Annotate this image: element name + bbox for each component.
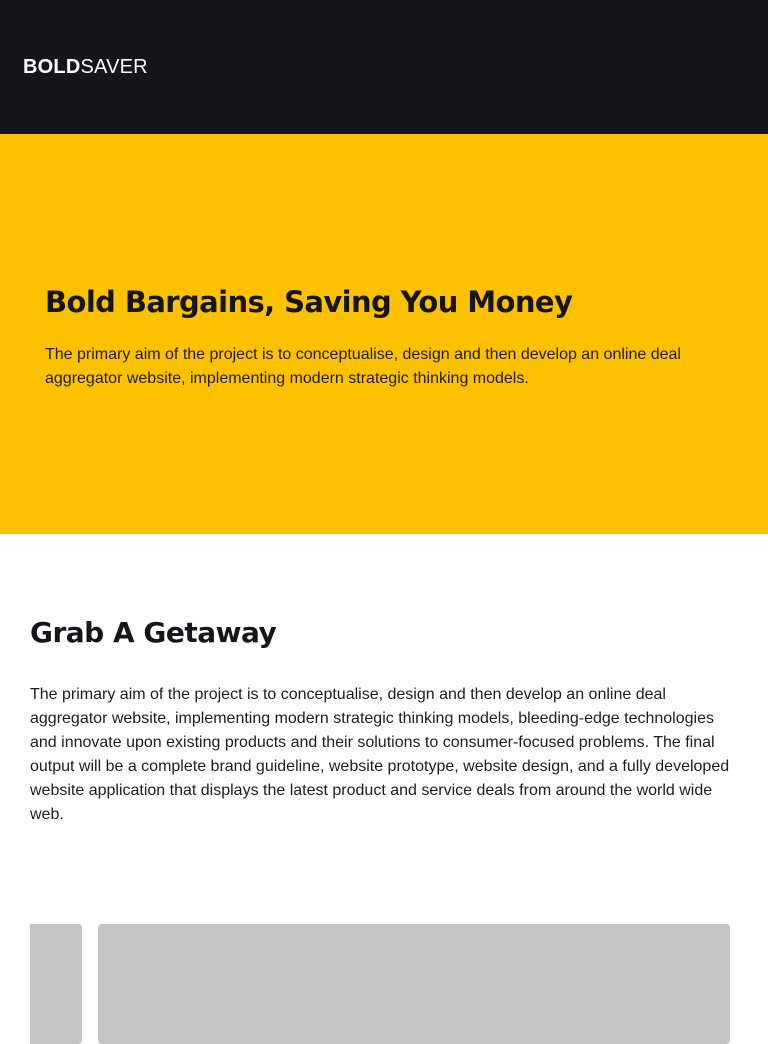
getaway-description: The primary aim of the project is to con…	[30, 686, 730, 823]
hero-title: Bold Bargains, Saving You Money	[45, 285, 573, 319]
deal-card-placeholder[interactable]	[30, 924, 82, 1044]
getaway-title: Grab A Getaway	[30, 616, 277, 649]
logo-light-text: SAVER	[80, 56, 148, 78]
logo-bold-text: BOLD	[23, 56, 81, 78]
deal-card-placeholder[interactable]	[98, 924, 730, 1044]
hero-description: The primary aim of the project is to con…	[45, 346, 681, 387]
site-header: BOLDSAVER	[0, 0, 768, 134]
hero-banner: Bold Bargains, Saving You Money The prim…	[0, 134, 768, 534]
site-logo[interactable]: BOLDSAVER	[23, 56, 148, 78]
